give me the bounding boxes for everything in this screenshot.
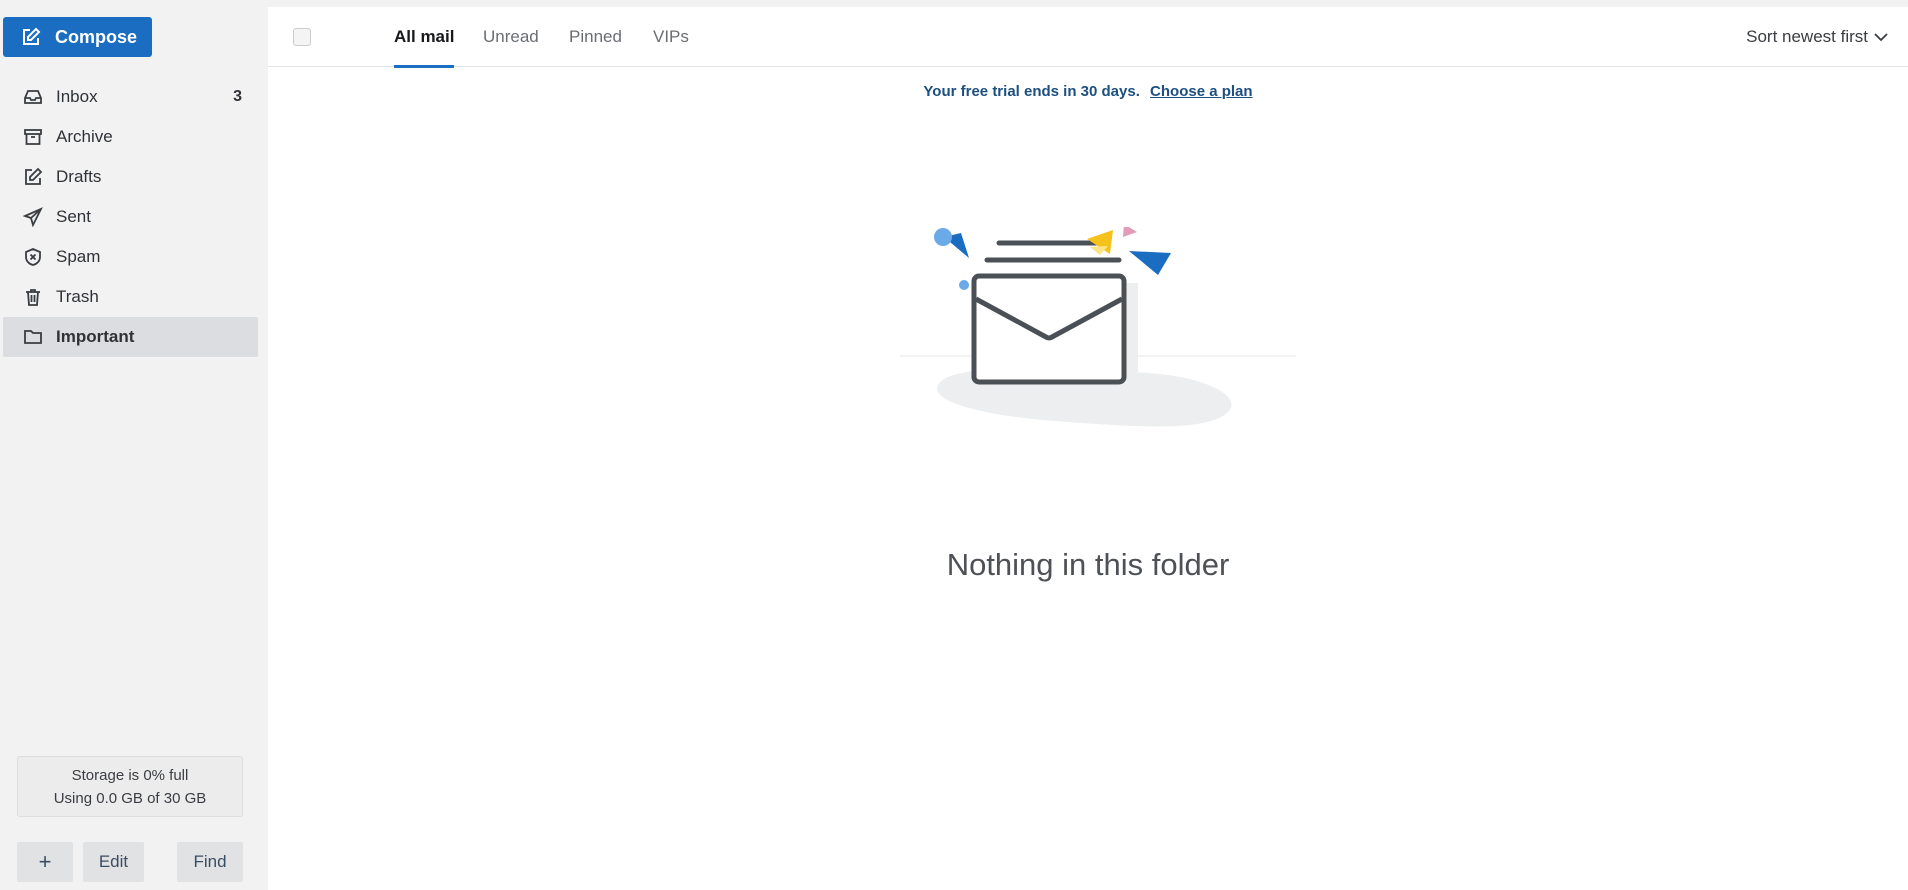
edit-folders-button[interactable]: Edit (83, 842, 144, 882)
tab-all-mail[interactable]: All mail (394, 7, 455, 68)
archive-icon (22, 126, 44, 148)
add-folder-button[interactable]: + (17, 842, 73, 882)
folder-icon (22, 326, 44, 348)
storage-indicator: Storage is 0% full Using 0.0 GB of 30 GB (17, 756, 243, 817)
sidebar-item-sent[interactable]: Sent (3, 197, 258, 237)
sidebar-item-archive[interactable]: Archive (3, 117, 258, 157)
storage-percent-text: Storage is 0% full (71, 767, 189, 784)
compose-icon (23, 27, 41, 45)
inbox-icon (22, 86, 44, 108)
edit-label: Edit (98, 852, 129, 871)
sidebar: Compose Inbox 3 Archive Drafts Sent Spam… (0, 0, 268, 890)
confetti-dot (934, 228, 952, 246)
select-all-checkbox[interactable] (293, 28, 311, 46)
choose-plan-link[interactable]: Choose a plan (1150, 83, 1253, 100)
sidebar-item-label: Drafts (56, 167, 102, 186)
spam-icon (22, 246, 44, 268)
sidebar-item-drafts[interactable]: Drafts (3, 157, 258, 197)
sidebar-item-label: Trash (56, 287, 99, 306)
tab-label: VIPs (653, 27, 689, 46)
drafts-icon (22, 166, 44, 188)
sidebar-item-trash[interactable]: Trash (3, 277, 258, 317)
tab-pinned[interactable]: Pinned (569, 7, 622, 67)
storage-usage-text: Using 0.0 GB of 30 GB (53, 790, 207, 807)
empty-state-title: Nothing in this folder (946, 547, 1230, 582)
sort-dropdown[interactable]: Sort newest first (1746, 7, 1888, 67)
folder-nav: Inbox 3 Archive Drafts Sent Spam Trash I… (3, 77, 258, 357)
sidebar-item-important[interactable]: Important (3, 317, 258, 357)
trial-banner: Your free trial ends in 30 days. Choose … (268, 83, 1908, 100)
sidebar-item-label: Archive (56, 127, 113, 146)
sent-icon (22, 206, 44, 228)
tab-label: All mail (394, 27, 455, 46)
sidebar-item-label: Sent (56, 207, 91, 226)
tab-unread[interactable]: Unread (483, 7, 539, 67)
chevron-down-icon (1874, 33, 1888, 42)
find-button[interactable]: Find (177, 842, 243, 882)
sidebar-item-label: Important (56, 327, 135, 346)
message-pane: All mail Unread Pinned VIPs Sort newest … (268, 7, 1908, 890)
sidebar-item-label: Inbox (56, 87, 98, 106)
trash-icon (22, 286, 44, 308)
plus-icon: + (38, 849, 52, 874)
find-label: Find (193, 852, 227, 871)
compose-button[interactable]: Compose (3, 17, 152, 57)
confetti-dot (959, 280, 969, 290)
envelope-icon (971, 273, 1127, 385)
compose-label: Compose (55, 26, 138, 47)
trial-message: Your free trial ends in 30 days. (923, 83, 1140, 100)
sidebar-item-label: Spam (56, 247, 101, 266)
sidebar-item-spam[interactable]: Spam (3, 237, 258, 277)
tab-label: Unread (483, 27, 539, 46)
sort-label: Sort newest first (1746, 27, 1868, 46)
sidebar-item-inbox[interactable]: Inbox 3 (3, 77, 258, 117)
empty-mailbox-illustration (900, 227, 1296, 427)
confetti-triangle (1123, 227, 1137, 237)
confetti-triangle (1129, 251, 1171, 275)
unread-count-badge: 3 (233, 88, 242, 105)
tab-vips[interactable]: VIPs (653, 7, 689, 67)
message-toolbar: All mail Unread Pinned VIPs Sort newest … (268, 7, 1908, 68)
tab-label: Pinned (569, 27, 622, 46)
